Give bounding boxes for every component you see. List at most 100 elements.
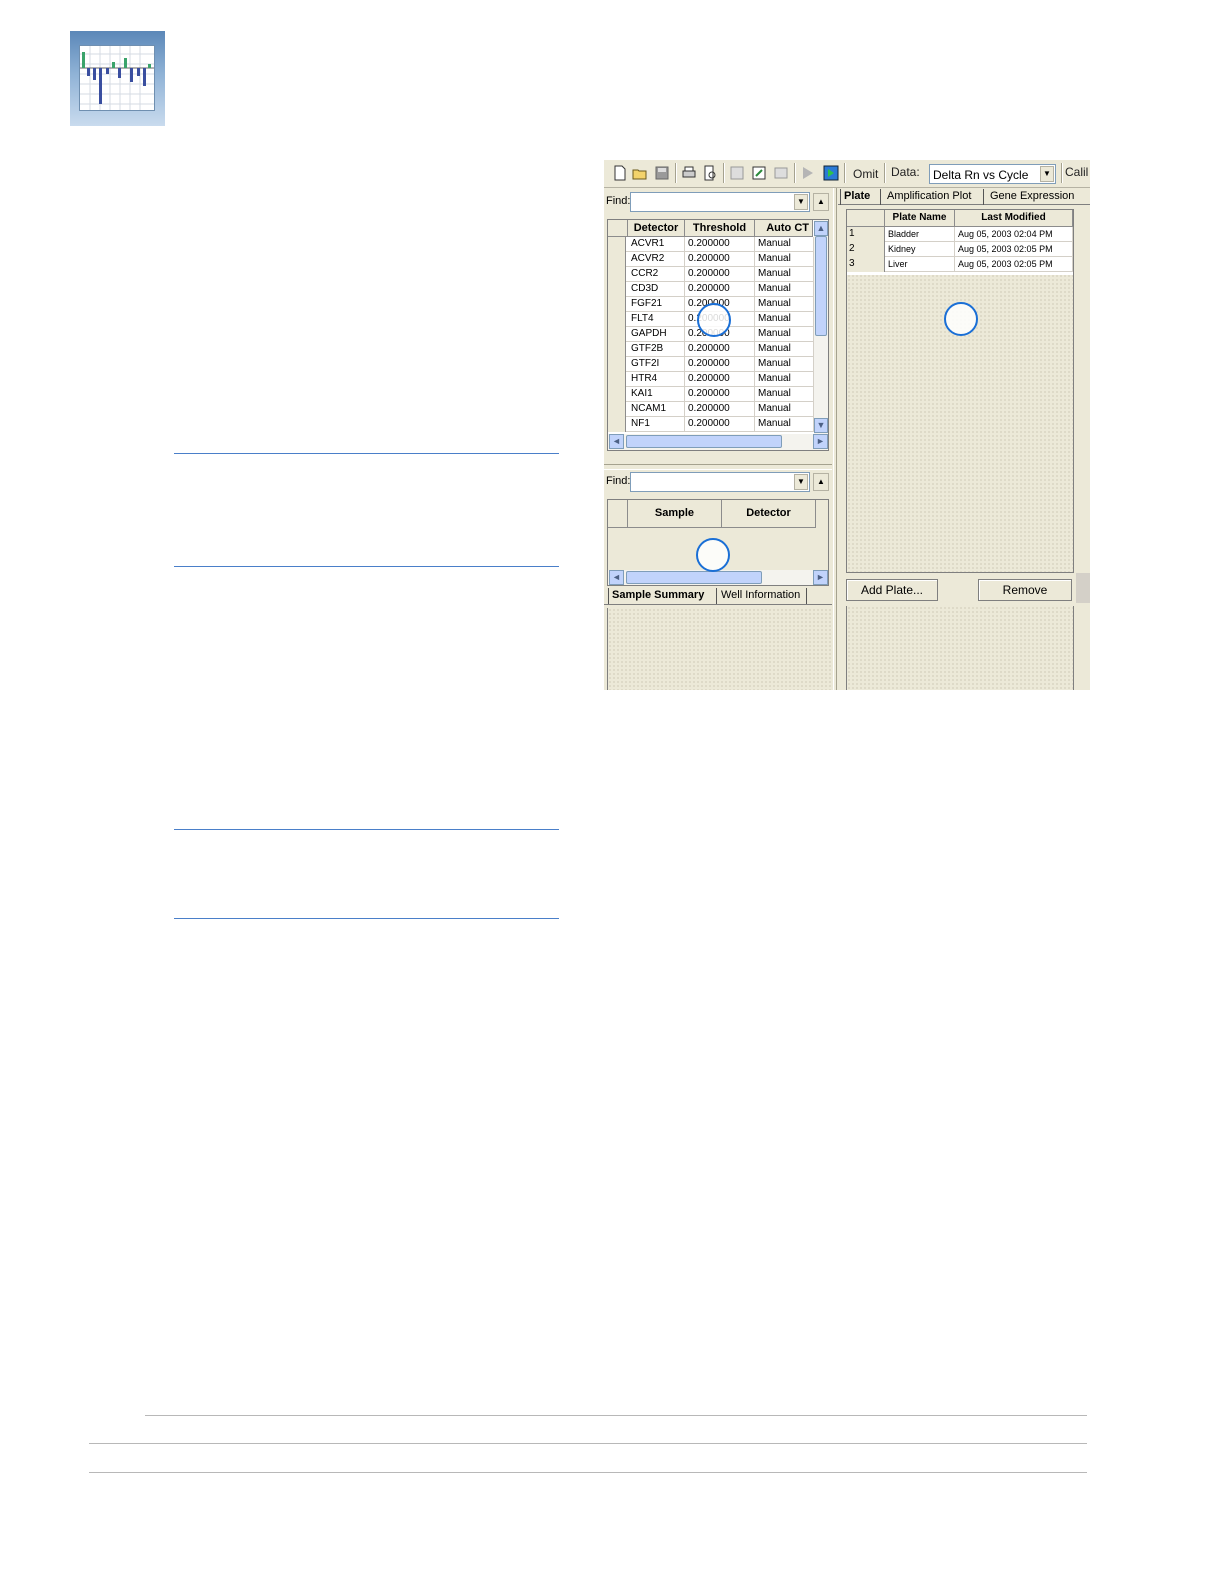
find-label: Find: (606, 475, 631, 487)
remove-button[interactable]: Remove (978, 579, 1072, 601)
sample-tabs: Sample Summary Well Information (604, 587, 832, 605)
table-row[interactable]: ACVR2 0.200000 Manual (608, 252, 828, 267)
open-folder-icon[interactable] (632, 165, 648, 181)
column-header[interactable]: Detector (628, 220, 685, 237)
table-cell: HTR4 (628, 372, 685, 387)
add-plate-button[interactable]: Add Plate... (846, 579, 938, 601)
print-preview-icon[interactable] (702, 165, 718, 181)
scroll-left-icon[interactable]: ◄ (609, 434, 624, 449)
row-header[interactable] (608, 312, 626, 327)
row-header[interactable] (608, 327, 626, 342)
column-header[interactable]: Last Modified (955, 210, 1073, 227)
sample-find-input[interactable]: ▼ (630, 472, 810, 492)
pane-splitter[interactable] (604, 464, 832, 470)
table-cell: Manual (755, 417, 814, 432)
scroll-thumb[interactable] (626, 435, 782, 448)
find-label: Find: (606, 195, 631, 207)
row-header[interactable] (608, 387, 626, 402)
scroll-right-icon[interactable]: ► (813, 570, 828, 585)
table-cell: ACVR1 (628, 237, 685, 252)
table-cell: KAI1 (628, 387, 685, 402)
row-number[interactable]: 2 (847, 242, 885, 257)
scroll-up-icon[interactable]: ▲ (814, 221, 828, 236)
column-header[interactable]: Plate Name (885, 210, 955, 227)
row-number[interactable]: 3 (847, 257, 885, 272)
table-row[interactable]: HTR4 0.200000 Manual (608, 372, 828, 387)
analyze-icon[interactable] (800, 165, 816, 181)
column-header[interactable]: Auto CT (755, 220, 813, 237)
row-header[interactable] (608, 252, 626, 267)
column-header[interactable]: Threshold (685, 220, 755, 237)
calibrator-label: Calil (1065, 165, 1089, 179)
row-header[interactable] (608, 267, 626, 282)
data-select[interactable]: Delta Rn vs Cycle ▼ (929, 164, 1056, 184)
row-header[interactable] (608, 402, 626, 417)
scroll-down-icon[interactable]: ▼ (814, 418, 828, 433)
application-window: Omit Data: Delta Rn vs Cycle ▼ Calil Fin… (604, 160, 1090, 690)
tab-well-information[interactable]: Well Information (716, 588, 808, 604)
row-header[interactable] (608, 282, 626, 297)
table-icon[interactable] (773, 165, 789, 181)
table-row[interactable]: 2 Kidney Aug 05, 2003 02:05 PM (847, 242, 1073, 257)
row-header[interactable] (608, 237, 626, 252)
table-corner (847, 210, 885, 227)
chevron-down-icon[interactable]: ▼ (794, 474, 808, 490)
table-row[interactable]: GTF2B 0.200000 Manual (608, 342, 828, 357)
table-cell: Aug 05, 2003 02:05 PM (955, 242, 1073, 257)
tab-sample-summary[interactable]: Sample Summary (608, 588, 704, 604)
column-header[interactable]: Sample (628, 500, 722, 528)
horizontal-scrollbar[interactable]: ◄ ► (608, 570, 828, 585)
table-row[interactable]: KAI1 0.200000 Manual (608, 387, 828, 402)
tab-gene-expression[interactable]: Gene Expression (983, 189, 1074, 205)
run-icon[interactable] (823, 165, 839, 181)
new-file-icon[interactable] (612, 165, 628, 181)
toolbar: Omit Data: Delta Rn vs Cycle ▼ Calil (604, 160, 1090, 188)
row-number[interactable]: 1 (847, 227, 885, 242)
grid-settings-icon[interactable] (729, 165, 745, 181)
row-header[interactable] (608, 372, 626, 387)
table-cell: Manual (755, 282, 814, 297)
chevron-down-icon[interactable]: ▼ (794, 194, 808, 210)
scroll-right-icon[interactable]: ► (813, 434, 828, 449)
column-header[interactable]: Detector (722, 500, 816, 528)
callout-marker (696, 538, 730, 572)
table-row[interactable]: 3 Liver Aug 05, 2003 02:05 PM (847, 257, 1073, 272)
scroll-left-icon[interactable]: ◄ (609, 570, 624, 585)
table-cell: Manual (755, 372, 814, 387)
find-up-button[interactable]: ▲ (813, 193, 829, 211)
scroll-thumb[interactable] (815, 236, 827, 336)
table-cell: Manual (755, 327, 814, 342)
tab-amplification-plot[interactable]: Amplification Plot (880, 189, 971, 205)
callout-marker (697, 303, 731, 337)
table-cell: 0.200000 (685, 342, 755, 357)
table-row[interactable]: CD3D 0.200000 Manual (608, 282, 828, 297)
scroll-thumb[interactable] (626, 571, 762, 584)
table-row[interactable]: 1 Bladder Aug 05, 2003 02:04 PM (847, 227, 1073, 242)
horizontal-scrollbar[interactable]: ◄ ► (608, 434, 828, 450)
chevron-down-icon[interactable]: ▼ (1040, 166, 1054, 182)
table-cell: Manual (755, 237, 814, 252)
table-row[interactable]: NF1 0.200000 Manual (608, 417, 828, 432)
tab-plate[interactable]: Plate (840, 189, 870, 205)
omit-button[interactable]: Omit (853, 167, 878, 181)
row-header[interactable] (608, 417, 626, 432)
vertical-splitter[interactable] (833, 188, 837, 690)
table-row[interactable]: ACVR1 0.200000 Manual (608, 237, 828, 252)
table-row[interactable]: NCAM1 0.200000 Manual (608, 402, 828, 417)
row-header[interactable] (608, 357, 626, 372)
row-header[interactable] (608, 297, 626, 312)
table-cell: CD3D (628, 282, 685, 297)
save-icon[interactable] (654, 165, 670, 181)
find-up-button[interactable]: ▲ (813, 473, 829, 491)
vertical-scrollbar[interactable]: ▲ ▼ (814, 220, 828, 434)
table-cell: Manual (755, 297, 814, 312)
data-label: Data: (891, 165, 920, 179)
print-icon[interactable] (681, 165, 697, 181)
detector-find-input[interactable]: ▼ (630, 192, 810, 212)
table-row[interactable]: GTF2I 0.200000 Manual (608, 357, 828, 372)
row-header[interactable] (608, 342, 626, 357)
table-row[interactable]: CCR2 0.200000 Manual (608, 267, 828, 282)
edit-icon[interactable] (751, 165, 767, 181)
section-rule (174, 566, 559, 567)
plate-list-area: Plate Name Last Modified 1 Bladder Aug 05,… (846, 209, 1074, 573)
